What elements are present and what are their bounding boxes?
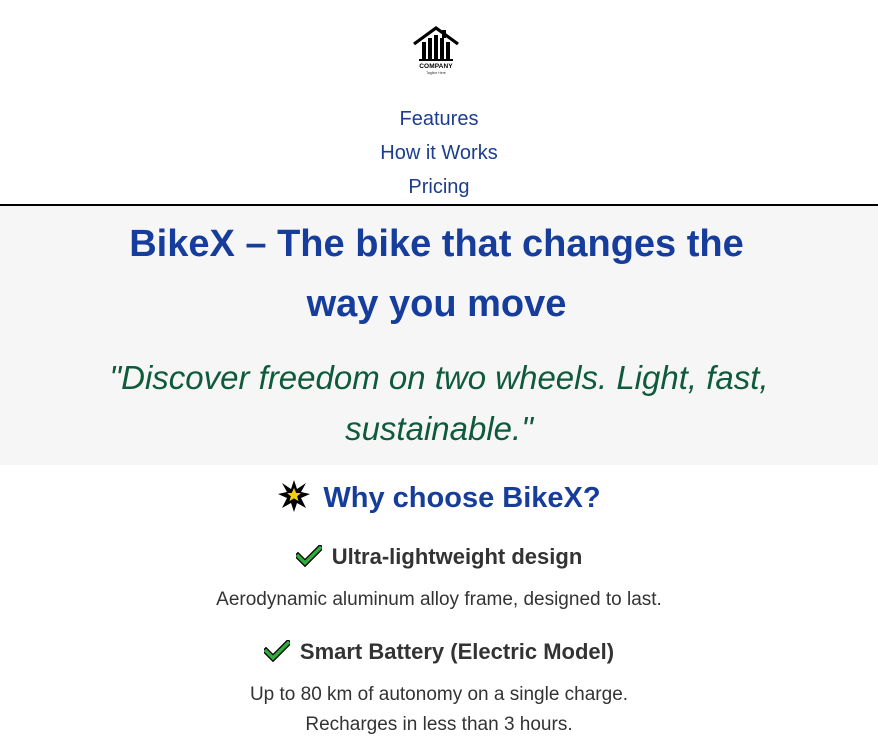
feature-title-text: Ultra-lightweight design <box>331 544 583 569</box>
nav-item-how-it-works: How it Works <box>0 140 878 174</box>
hero-quote: "Discover freedom on two wheels. Light, … <box>109 359 769 447</box>
feature-description: Up to 80 km of autonomy on a single char… <box>249 684 629 705</box>
hero-title: BikeX – The bike that changes the way yo… <box>129 223 744 325</box>
main-nav: Features How it Works Pricing <box>0 106 878 208</box>
feature-description: Recharges in less than 3 hours. <box>305 714 573 735</box>
page: COMPANY Tagline Here Features How it Wor… <box>0 0 878 752</box>
glowing-star-icon <box>278 480 311 513</box>
nav-link-how-it-works[interactable]: How it Works <box>380 142 497 164</box>
logo-wordmark: COMPANY <box>419 63 453 70</box>
nav-link-features[interactable]: Features <box>400 108 479 130</box>
nav-item-features: Features <box>0 106 878 140</box>
company-logo[interactable]: COMPANY Tagline Here <box>411 24 461 76</box>
hero-section: BikeX – The bike that changes the way yo… <box>0 206 878 465</box>
nav-link-pricing[interactable]: Pricing <box>408 176 469 198</box>
feature-title: Smart Battery (Electric Model) <box>0 637 878 667</box>
features-heading: Why choose BikeX? <box>0 476 878 520</box>
features-heading-text: Why choose BikeX? <box>323 482 601 514</box>
house-logo-icon <box>413 26 459 61</box>
logo-tagline: Tagline Here <box>426 71 446 75</box>
feature-title: Ultra-lightweight design <box>0 542 878 572</box>
feature-title-text: Smart Battery (Electric Model) <box>299 639 615 664</box>
nav-item-pricing: Pricing <box>0 174 878 208</box>
check-mark-icon <box>263 640 290 663</box>
site-header: COMPANY Tagline Here Features How it Wor… <box>0 0 878 206</box>
feature-description: Aerodynamic aluminum alloy frame, design… <box>216 589 662 610</box>
check-mark-icon <box>295 545 322 568</box>
